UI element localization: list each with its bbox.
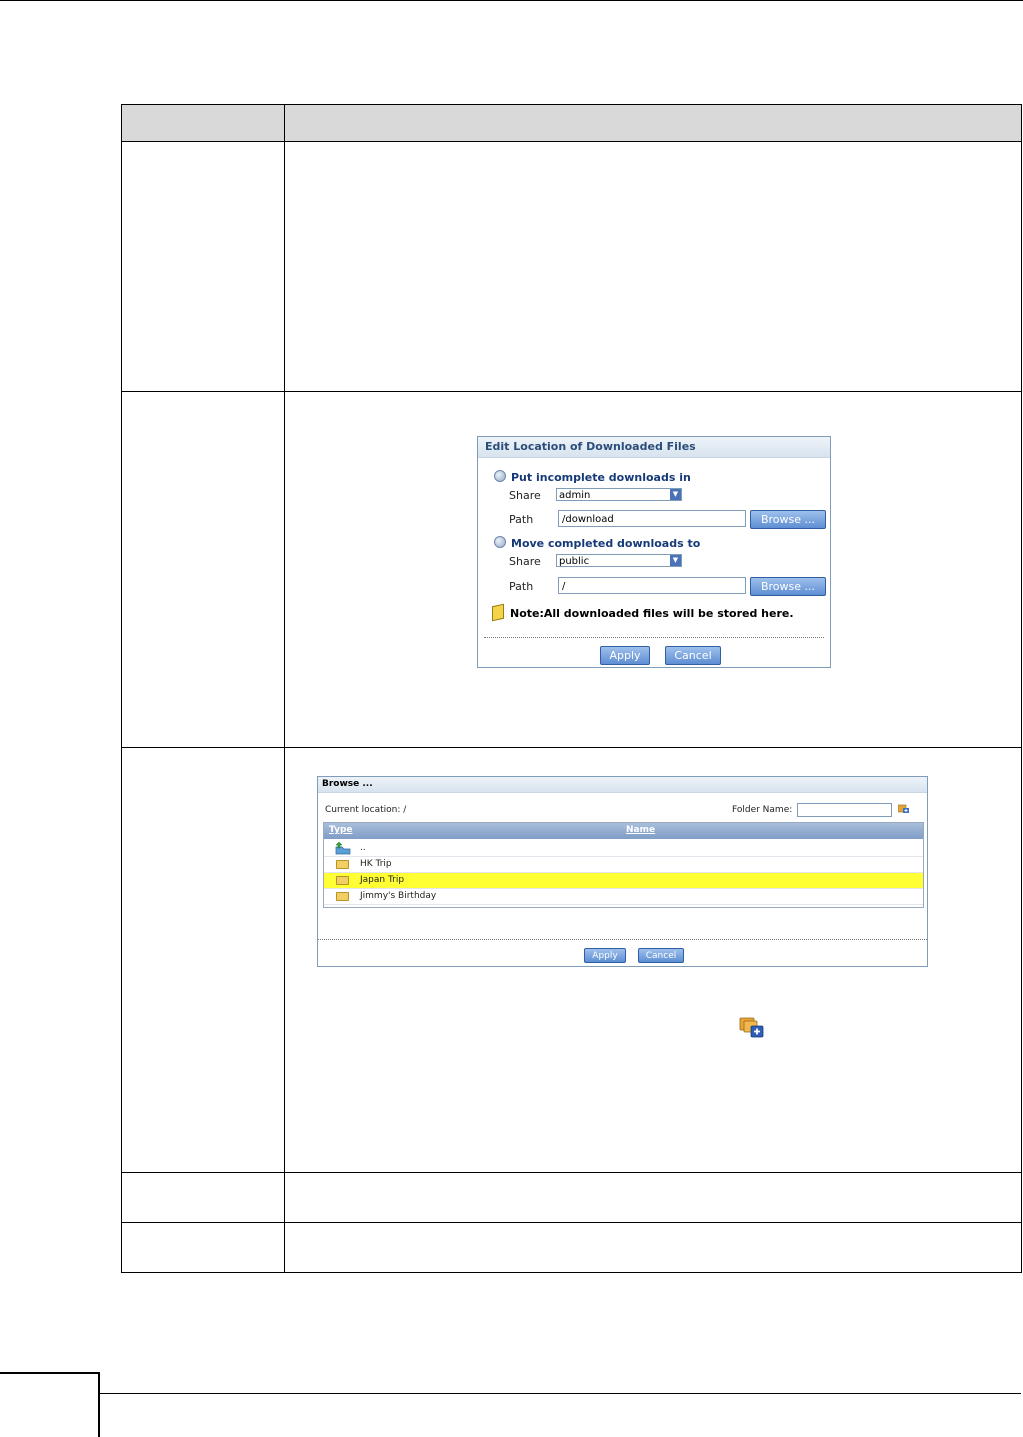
folder-name-input[interactable]: [797, 803, 892, 817]
completed-share-value: public: [559, 556, 590, 567]
completed-share-select[interactable]: public ▼: [556, 554, 682, 567]
dialog-title: Browse ...: [318, 777, 927, 793]
radio-icon[interactable]: [494, 536, 506, 548]
incomplete-share-value: admin: [559, 490, 591, 501]
row-label-cell: [121, 747, 285, 1173]
chevron-down-icon[interactable]: ▼: [670, 555, 681, 566]
completed-downloads-label: Move completed downloads to: [511, 537, 701, 550]
dotted-divider: [484, 637, 824, 638]
dotted-divider: [318, 939, 927, 940]
new-folder-icon[interactable]: [898, 804, 909, 813]
completed-downloads-option[interactable]: Move completed downloads to: [494, 536, 700, 550]
note-icon: [492, 603, 504, 622]
chevron-down-icon[interactable]: ▼: [670, 489, 681, 500]
field-description-table: [121, 104, 1022, 1273]
list-item-name: ..: [360, 843, 366, 853]
table-row: [121, 1172, 1022, 1223]
dialog-title: Edit Location of Downloaded Files: [478, 437, 830, 458]
completed-path-input[interactable]: /: [558, 577, 746, 594]
list-item-name: HK Trip: [360, 859, 392, 869]
page-number-box: [0, 1372, 100, 1437]
current-location: Current location: /: [325, 805, 407, 815]
column-type[interactable]: Type: [329, 825, 352, 835]
cancel-button[interactable]: Cancel: [665, 646, 721, 665]
radio-icon[interactable]: [494, 470, 506, 482]
row-label-cell: [121, 1222, 285, 1273]
incomplete-downloads-option[interactable]: Put incomplete downloads in: [494, 470, 691, 484]
edit-location-dialog: Edit Location of Downloaded Files Put in…: [477, 436, 831, 668]
share-label: Share: [509, 489, 541, 502]
column-name[interactable]: Name: [626, 825, 655, 835]
header-cell-description: [284, 104, 1022, 142]
footer-rule: [100, 1393, 1021, 1394]
list-item-name: Jimmy's Birthday: [360, 891, 437, 901]
incomplete-share-select[interactable]: admin ▼: [556, 488, 682, 501]
top-rule: [0, 0, 1023, 1]
note-label: Note:All downloaded files will be stored…: [510, 607, 794, 620]
browse-button[interactable]: Browse ...: [750, 510, 826, 529]
list-item[interactable]: Jimmy's Birthday: [324, 889, 923, 905]
browse-button[interactable]: Browse ...: [750, 577, 826, 596]
folder-icon: [336, 892, 349, 901]
row-label-cell: [121, 1172, 285, 1223]
row-label-cell: [121, 391, 285, 748]
new-folder-icon: [739, 1017, 764, 1038]
folder-icon: [336, 876, 349, 885]
browse-dialog: Browse ... Current location: / Folder Na…: [317, 776, 928, 967]
header-cell-label: [121, 104, 285, 142]
list-item[interactable]: ..: [324, 841, 923, 857]
incomplete-path-input[interactable]: /download: [558, 510, 746, 527]
cancel-button[interactable]: Cancel: [638, 948, 684, 963]
row-label-cell: [121, 141, 285, 392]
incomplete-downloads-label: Put incomplete downloads in: [511, 471, 691, 484]
row-description-cell: [284, 1172, 1022, 1223]
folder-name-label: Folder Name:: [732, 805, 793, 815]
apply-button[interactable]: Apply: [584, 948, 626, 963]
table-row: [121, 141, 1022, 392]
list-item[interactable]: HK Trip: [324, 857, 923, 873]
apply-button[interactable]: Apply: [600, 646, 650, 665]
note-text: Note:All downloaded files will be stored…: [492, 603, 794, 622]
share-label: Share: [509, 555, 541, 568]
up-folder-icon: [335, 841, 351, 855]
folder-icon: [336, 860, 349, 869]
path-label: Path: [509, 513, 534, 526]
folder-list: Type Name .. HK Trip Japan Trip Jimmy's …: [323, 822, 924, 908]
path-label: Path: [509, 580, 534, 593]
row-description-cell: [284, 141, 1022, 392]
list-item-selected[interactable]: Japan Trip: [324, 873, 923, 889]
table-header-row: [121, 104, 1022, 142]
row-description-cell: [284, 1222, 1022, 1273]
list-item-name: Japan Trip: [360, 875, 405, 885]
table-row: [121, 1222, 1022, 1273]
list-header: Type Name: [324, 823, 923, 839]
